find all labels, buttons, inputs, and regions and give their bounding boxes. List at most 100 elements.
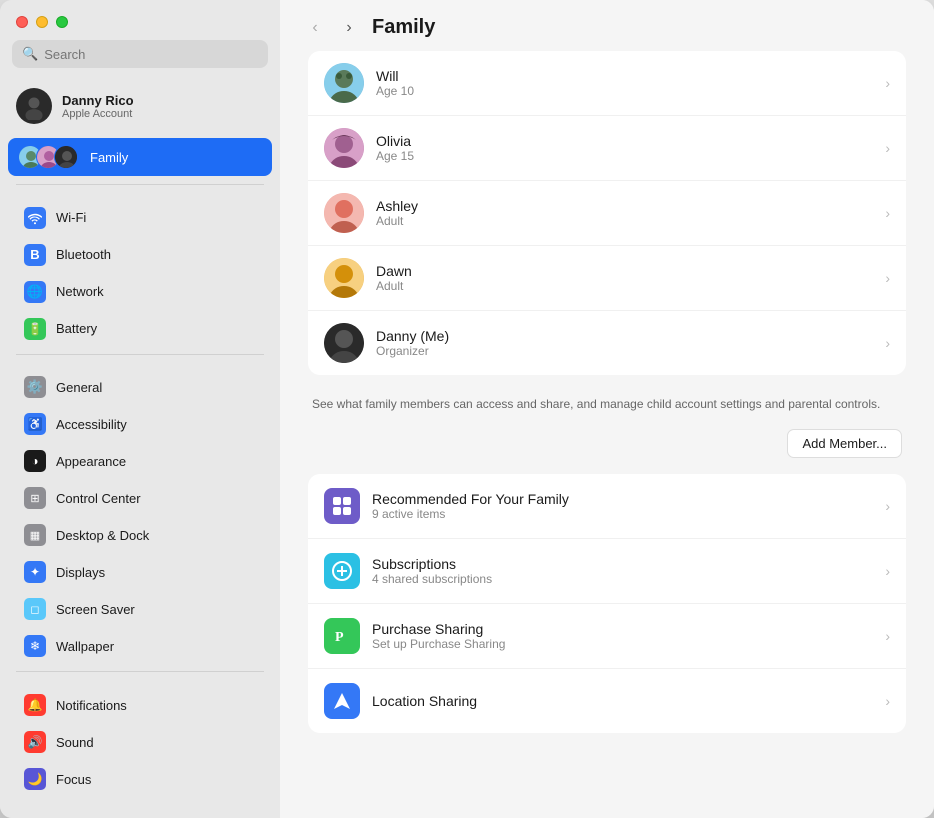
sidebar-item-appearance[interactable]: ◑ Appearance	[8, 443, 272, 479]
chevron-location: ›	[885, 693, 890, 709]
member-sub-danny: Organizer	[376, 344, 885, 358]
sidebar-item-general[interactable]: ⚙️ General	[8, 369, 272, 405]
account-info: Danny Rico Apple Account	[62, 93, 134, 120]
sidebar: 🔍 Danny Rico Apple Account	[0, 0, 280, 818]
avatar-dawn	[324, 258, 364, 298]
purchase-icon-box: P	[324, 618, 360, 654]
search-icon: 🔍	[22, 46, 38, 62]
sidebar-item-wifi[interactable]: Wi-Fi	[8, 200, 272, 236]
feature-info-purchase: Purchase Sharing Set up Purchase Sharing	[372, 621, 885, 651]
sidebar-item-wallpaper[interactable]: ❄ Wallpaper	[8, 628, 272, 664]
feature-row-location[interactable]: Location Sharing ›	[308, 669, 906, 733]
member-row-ashley[interactable]: Ashley Adult ›	[308, 181, 906, 246]
feature-row-recommended[interactable]: Recommended For Your Family 9 active ite…	[308, 474, 906, 539]
traffic-lights	[0, 0, 280, 40]
main-content: Will Age 10 › Olivia Age 15 ›	[280, 51, 934, 818]
chevron-subscriptions: ›	[885, 563, 890, 579]
feature-sub-purchase: Set up Purchase Sharing	[372, 637, 885, 651]
screen-saver-icon-box: ◻	[24, 598, 46, 620]
feature-name-purchase: Purchase Sharing	[372, 621, 885, 637]
chevron-icon-danny: ›	[885, 335, 890, 351]
feature-row-purchase[interactable]: P Purchase Sharing Set up Purchase Shari…	[308, 604, 906, 669]
sidebar-item-wallpaper-label: Wallpaper	[56, 639, 114, 654]
displays-icon-box: ✦	[24, 561, 46, 583]
sidebar-item-battery[interactable]: 🔋 Battery	[8, 311, 272, 347]
sidebar-item-desktop-dock[interactable]: ▦ Desktop & Dock	[8, 517, 272, 553]
sidebar-item-accessibility[interactable]: ♿ Accessibility	[8, 406, 272, 442]
chevron-icon-ashley: ›	[885, 205, 890, 221]
close-button[interactable]	[16, 16, 28, 28]
feature-name-recommended: Recommended For Your Family	[372, 491, 885, 507]
member-row-will[interactable]: Will Age 10 ›	[308, 51, 906, 116]
sidebar-item-control-center[interactable]: ⊞ Control Center	[8, 480, 272, 516]
forward-button[interactable]: ›	[338, 17, 360, 39]
appearance-icon-box: ◑	[24, 450, 46, 472]
member-info-olivia: Olivia Age 15	[376, 133, 885, 163]
sidebar-item-desktop-dock-label: Desktop & Dock	[56, 528, 149, 543]
sidebar-divider-3	[16, 671, 264, 672]
page-title: Family	[372, 16, 435, 39]
sidebar-item-notifications[interactable]: 🔔 Notifications	[8, 687, 272, 723]
member-name-olivia: Olivia	[376, 133, 885, 149]
network-icon-box: 🌐	[24, 281, 46, 303]
member-name-will: Will	[376, 68, 885, 84]
chevron-icon-dawn: ›	[885, 270, 890, 286]
account-name: Danny Rico	[62, 93, 134, 108]
main-panel: ‹ › Family Will Age 10 ›	[280, 0, 934, 818]
desktop-dock-icon-box: ▦	[24, 524, 46, 546]
chevron-icon-will: ›	[885, 75, 890, 91]
members-card: Will Age 10 › Olivia Age 15 ›	[308, 51, 906, 375]
member-sub-will: Age 10	[376, 84, 885, 98]
avatar-olivia	[324, 128, 364, 168]
family-avatar-danny	[54, 145, 78, 169]
avatar-will	[324, 63, 364, 103]
sidebar-item-appearance-label: Appearance	[56, 454, 126, 469]
account-avatar	[16, 88, 52, 124]
sidebar-item-sound[interactable]: 🔊 Sound	[8, 724, 272, 760]
family-avatar-group	[18, 145, 78, 169]
search-input[interactable]	[44, 47, 258, 62]
battery-icon-box: 🔋	[24, 318, 46, 340]
sidebar-item-accessibility-label: Accessibility	[56, 417, 127, 432]
feature-name-location: Location Sharing	[372, 693, 885, 709]
account-item[interactable]: Danny Rico Apple Account	[0, 80, 280, 132]
sidebar-divider-1	[16, 184, 264, 185]
main-header: ‹ › Family	[280, 0, 934, 51]
family-label: Family	[90, 150, 128, 165]
feature-row-subscriptions[interactable]: Subscriptions 4 shared subscriptions ›	[308, 539, 906, 604]
family-description: See what family members can access and s…	[308, 383, 906, 421]
recommended-icon-box	[324, 488, 360, 524]
wallpaper-icon-box: ❄	[24, 635, 46, 657]
search-bar[interactable]: 🔍	[12, 40, 268, 68]
sidebar-section-connectivity: Wi-Fi B Bluetooth 🌐 Network 🔋 Battery	[0, 199, 280, 348]
maximize-button[interactable]	[56, 16, 68, 28]
member-row-danny[interactable]: Danny (Me) Organizer ›	[308, 311, 906, 375]
member-row-olivia[interactable]: Olivia Age 15 ›	[308, 116, 906, 181]
member-name-danny: Danny (Me)	[376, 328, 885, 344]
subscriptions-icon-box	[324, 553, 360, 589]
sidebar-item-network[interactable]: 🌐 Network	[8, 274, 272, 310]
sidebar-section-settings: ⚙️ General ♿ Accessibility ◑ Appearance …	[0, 368, 280, 665]
member-sub-dawn: Adult	[376, 279, 885, 293]
sidebar-divider-2	[16, 354, 264, 355]
feature-name-subscriptions: Subscriptions	[372, 556, 885, 572]
chevron-recommended: ›	[885, 498, 890, 514]
main-window: 🔍 Danny Rico Apple Account	[0, 0, 934, 818]
sidebar-item-family[interactable]: Family	[8, 138, 272, 176]
sidebar-item-displays-label: Displays	[56, 565, 105, 580]
feature-info-location: Location Sharing	[372, 693, 885, 709]
member-name-ashley: Ashley	[376, 198, 885, 214]
sidebar-item-focus[interactable]: 🌙 Focus	[8, 761, 272, 797]
svg-text:P: P	[335, 630, 344, 645]
feature-info-recommended: Recommended For Your Family 9 active ite…	[372, 491, 885, 521]
minimize-button[interactable]	[36, 16, 48, 28]
sidebar-item-bluetooth[interactable]: B Bluetooth	[8, 237, 272, 273]
sidebar-item-network-label: Network	[56, 284, 104, 299]
member-row-dawn[interactable]: Dawn Adult ›	[308, 246, 906, 311]
back-button[interactable]: ‹	[304, 17, 326, 39]
add-member-row: Add Member...	[308, 421, 906, 474]
sidebar-item-screen-saver[interactable]: ◻ Screen Saver	[8, 591, 272, 627]
sidebar-item-displays[interactable]: ✦ Displays	[8, 554, 272, 590]
control-center-icon-box: ⊞	[24, 487, 46, 509]
add-member-button[interactable]: Add Member...	[787, 429, 902, 458]
